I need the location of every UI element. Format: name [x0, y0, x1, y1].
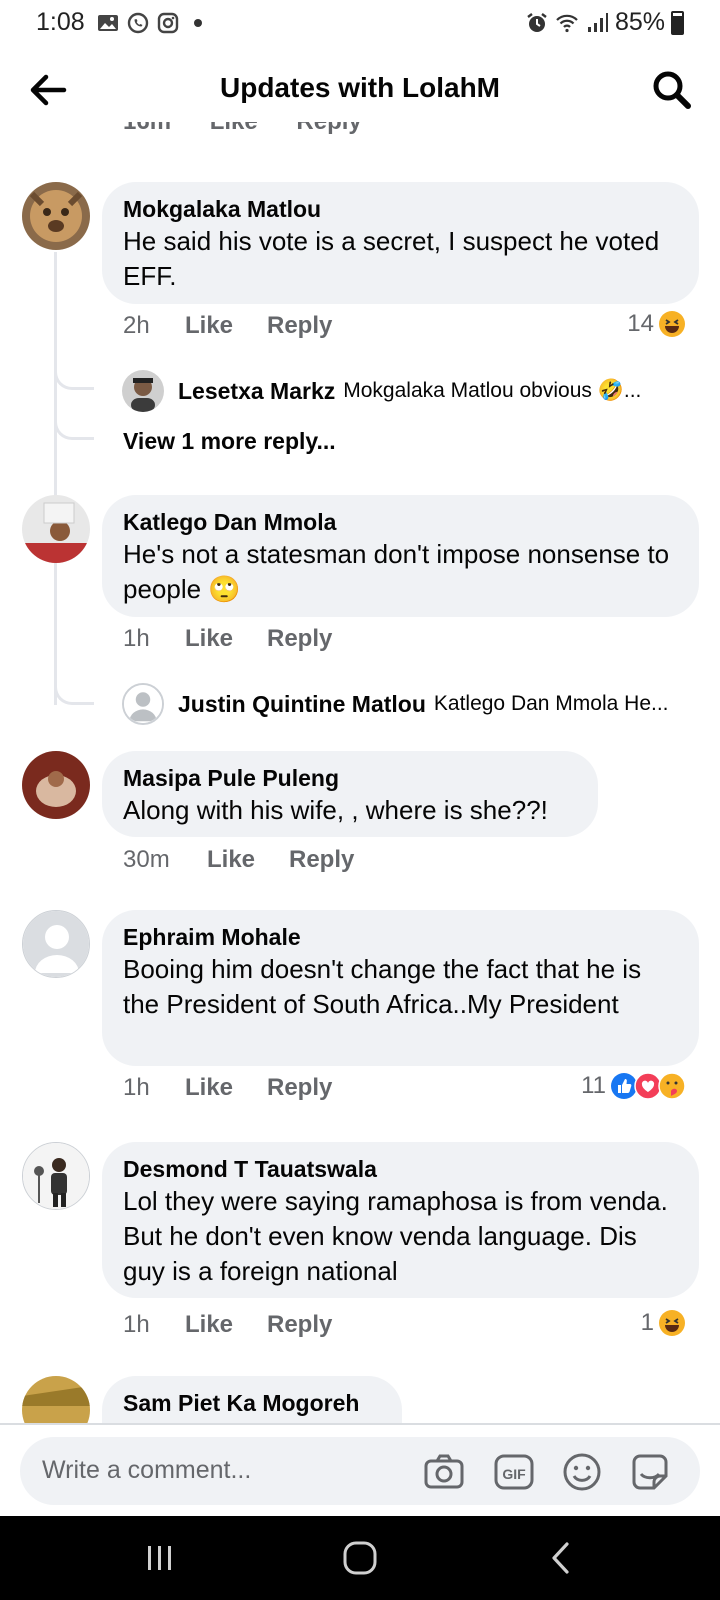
reaction-summary[interactable]: 11: [581, 1072, 686, 1100]
avatar[interactable]: [22, 910, 90, 978]
system-navigation-bar: [0, 1516, 720, 1600]
thread-connector: [54, 418, 94, 440]
avatar[interactable]: [22, 1376, 90, 1423]
comment-actions: 2h Like Reply: [123, 312, 332, 340]
recents-icon[interactable]: [140, 1538, 180, 1578]
comment-time: 1h: [123, 625, 150, 652]
whatsapp-icon: [127, 12, 149, 34]
reply-avatar[interactable]: [122, 683, 164, 725]
comment-author[interactable]: Katlego Dan Mmola: [123, 507, 679, 537]
comment-time: 1h: [123, 1311, 150, 1338]
page-title: Updates with LolahM: [220, 72, 500, 103]
like-button[interactable]: Like: [185, 625, 267, 653]
reply-button[interactable]: Reply: [267, 1074, 332, 1102]
clipped-like-button[interactable]: Like: [210, 122, 258, 135]
battery-icon: [671, 10, 684, 35]
comment-author[interactable]: Masipa Pule Puleng: [123, 763, 578, 793]
reply-preview[interactable]: Justin Quintine Matlou Katlego Dan Mmola…: [122, 683, 669, 725]
app-header: Updates with LolahM: [0, 46, 720, 132]
comment-time: 1h: [123, 1074, 150, 1101]
clipped-time: 16m: [123, 122, 171, 135]
camera-icon[interactable]: [422, 1450, 466, 1494]
thread-connector: [54, 368, 94, 390]
like-button[interactable]: Like: [185, 1311, 267, 1339]
comment-text: Booing him doesn't change the fact that …: [123, 954, 642, 1019]
status-bar: 1:08 85%: [0, 0, 720, 46]
thread-connector: [54, 683, 94, 705]
search-icon[interactable]: [648, 66, 696, 114]
reaction-summary[interactable]: 14: [627, 310, 686, 338]
comment-author[interactable]: Ephraim Mohale: [123, 922, 679, 952]
comment-actions: 30m Like Reply: [123, 846, 354, 874]
comment-bubble[interactable]: Katlego Dan Mmola He's not a statesman d…: [102, 495, 699, 617]
comment-bubble[interactable]: Masipa Pule Puleng Along with his wife, …: [102, 751, 598, 837]
reaction-summary[interactable]: 1: [641, 1309, 686, 1337]
status-system-icons: 85%: [525, 8, 684, 37]
status-notification-icons: [96, 11, 202, 35]
comment-author[interactable]: Sam Piet Ka Mogoreh: [123, 1388, 382, 1418]
haha-emoji-icon: [659, 311, 685, 337]
comment-actions: 1h Like Reply: [123, 625, 332, 653]
reaction-count: 11: [581, 1072, 606, 1099]
view-more-replies-link[interactable]: View 1 more reply...: [123, 428, 336, 455]
reply-author[interactable]: Justin Quintine Matlou: [178, 691, 426, 718]
gif-icon[interactable]: GIF: [492, 1450, 536, 1494]
like-button[interactable]: Like: [185, 1074, 267, 1102]
comment-composer: Write a comment... GIF: [0, 1423, 720, 1516]
avatar[interactable]: [22, 182, 90, 250]
svg-text:GIF: GIF: [502, 1466, 526, 1482]
comment-bubble[interactable]: Sam Piet Ka Mogoreh: [102, 1376, 402, 1423]
comment-time: 30m: [123, 846, 170, 873]
comment-input-placeholder: Write a comment...: [42, 1456, 252, 1484]
comment-bubble[interactable]: Ephraim Mohale Booing him doesn't change…: [102, 910, 699, 1066]
haha-emoji-icon: [659, 1310, 685, 1336]
reply-button[interactable]: Reply: [289, 846, 354, 874]
comment-actions: 1h Like Reply: [123, 1074, 332, 1102]
status-time: 1:08: [36, 8, 85, 36]
like-button[interactable]: Like: [207, 846, 289, 874]
reply-button[interactable]: Reply: [267, 625, 332, 653]
battery-percent: 85%: [614, 8, 665, 36]
reply-button[interactable]: Reply: [267, 312, 332, 340]
comment-bubble[interactable]: Mokgalaka Matlou He said his vote is a s…: [102, 182, 699, 304]
reply-button[interactable]: Reply: [267, 1311, 332, 1339]
instagram-icon: [157, 12, 179, 34]
comment-author[interactable]: Desmond T Tauatswala: [123, 1154, 679, 1184]
comment-author[interactable]: Mokgalaka Matlou: [123, 194, 679, 224]
comment-text: Lol they were saying ramaphosa is from v…: [123, 1186, 668, 1286]
reaction-count: 1: [640, 1309, 654, 1336]
wifi-icon: [556, 14, 578, 32]
comment-actions: 1h Like Reply: [123, 1311, 332, 1339]
avatar[interactable]: [22, 1142, 90, 1210]
dot-icon: [194, 19, 202, 27]
comment-text: Along with his wife, , where is she??!: [123, 795, 548, 825]
clipped-comment-actions: 16m Like Reply: [123, 122, 394, 136]
reply-avatar[interactable]: [122, 370, 164, 412]
reply-preview[interactable]: Lesetxa Markz Mokgalaka Matlou obvious 🤣…: [122, 370, 641, 412]
sticker-icon[interactable]: [628, 1450, 672, 1494]
reply-text: Mokgalaka Matlou obvious 🤣...: [343, 379, 642, 402]
reaction-count: 14: [627, 310, 654, 337]
home-icon[interactable]: [340, 1538, 380, 1578]
reply-author[interactable]: Lesetxa Markz: [178, 378, 335, 405]
comment-text: He said his vote is a secret, I suspect …: [123, 226, 660, 291]
comment-bubble[interactable]: Desmond T Tauatswala Lol they were sayin…: [102, 1142, 699, 1298]
comment-text: He's not a statesman don't impose nonsen…: [123, 539, 670, 604]
avatar[interactable]: [22, 751, 90, 819]
like-button[interactable]: Like: [185, 312, 267, 340]
emoji-icon[interactable]: [560, 1450, 604, 1494]
back-icon[interactable]: [542, 1538, 582, 1578]
alarm-icon: [527, 12, 547, 32]
avatar[interactable]: [22, 495, 90, 563]
comment-time: 2h: [123, 312, 150, 339]
comment-input[interactable]: Write a comment... GIF: [20, 1437, 700, 1505]
screen: 1:08 85% Updates with LolahM 16m Li: [0, 0, 720, 1600]
signal-icon: [587, 12, 608, 32]
care-emoji-icon: [658, 1072, 686, 1100]
reply-text: Katlego Dan Mmola He...: [433, 692, 669, 715]
clipped-reply-button[interactable]: Reply: [296, 122, 361, 135]
gallery-icon: [98, 15, 118, 31]
comments-list[interactable]: 16m Like Reply Mokgalaka Matlou He said …: [0, 122, 720, 1423]
